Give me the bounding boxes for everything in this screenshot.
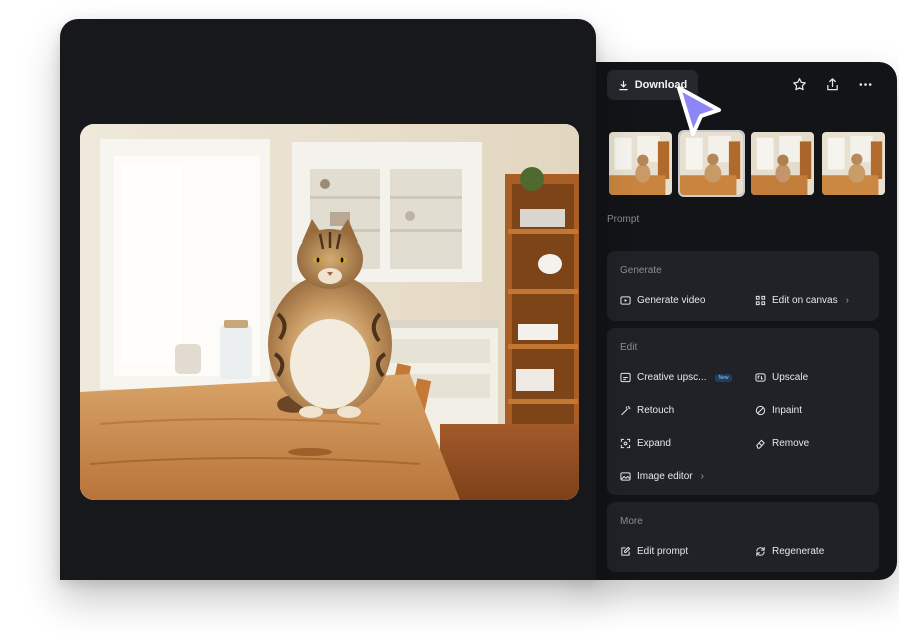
edit-title: Edit xyxy=(620,342,638,353)
thumbnail-image xyxy=(751,132,814,195)
regenerate-button[interactable]: Regenerate xyxy=(755,546,824,557)
image-viewer xyxy=(60,19,596,580)
new-badge: New xyxy=(715,373,732,382)
thumbnail-1[interactable] xyxy=(607,130,674,197)
variation-thumbnails xyxy=(607,130,887,197)
chevron-right-icon: › xyxy=(845,295,849,306)
edit-prompt-icon xyxy=(621,546,631,556)
more-title: More xyxy=(620,516,643,527)
creative-upscale-button[interactable]: Creative upsc... New xyxy=(620,372,732,383)
inpaint-button[interactable]: Inpaint xyxy=(755,405,802,416)
prompt-label: Prompt xyxy=(607,214,640,225)
share-icon xyxy=(827,78,838,91)
thumbnail-image xyxy=(609,132,672,195)
remove-button[interactable]: Remove xyxy=(755,438,809,449)
edit-prompt-button[interactable]: Edit prompt xyxy=(620,546,688,557)
image-editor-icon xyxy=(620,472,631,481)
chevron-right-icon: › xyxy=(700,471,704,482)
star-icon xyxy=(793,78,806,91)
edit-on-canvas-button[interactable]: Edit on canvas › xyxy=(755,295,849,306)
cursor-pointer-icon xyxy=(677,86,721,136)
creative-upscale-icon xyxy=(620,372,631,383)
share-button[interactable] xyxy=(823,75,842,94)
thumbnail-2-selected[interactable] xyxy=(678,130,745,197)
upscale-button[interactable]: Upscale xyxy=(755,372,808,383)
generate-card: Generate Generate video Edit on canvas › xyxy=(607,251,879,321)
more-card: More Edit prompt Regenerate xyxy=(607,502,879,572)
generate-video-button[interactable]: Generate video xyxy=(620,295,705,306)
edit-card: Edit Creative upsc... New Upscale Retouc… xyxy=(607,328,879,495)
expand-icon xyxy=(620,438,631,449)
download-icon xyxy=(618,80,628,90)
retouch-icon xyxy=(621,405,631,416)
thumbnail-image xyxy=(822,132,885,195)
remove-icon xyxy=(756,439,765,449)
upscale-icon xyxy=(755,373,766,382)
thumbnail-image xyxy=(680,132,743,195)
thumbnail-3[interactable] xyxy=(749,130,816,197)
more-icon xyxy=(859,83,872,86)
video-icon xyxy=(620,296,631,305)
thumbnail-4[interactable] xyxy=(820,130,887,197)
expand-button[interactable]: Expand xyxy=(620,438,671,449)
top-actions xyxy=(790,75,875,94)
image-editor-button[interactable]: Image editor › xyxy=(620,471,704,482)
favorite-button[interactable] xyxy=(790,75,809,94)
cat-on-table-image xyxy=(80,124,579,500)
generate-title: Generate xyxy=(620,265,662,276)
actions-panel: Download Prompt Generate Generate video … xyxy=(581,62,897,580)
canvas-icon xyxy=(755,295,766,306)
more-options-button[interactable] xyxy=(856,75,875,94)
generated-image[interactable] xyxy=(80,124,579,500)
regenerate-icon xyxy=(756,546,765,557)
retouch-button[interactable]: Retouch xyxy=(620,405,674,416)
inpaint-icon xyxy=(755,405,766,416)
